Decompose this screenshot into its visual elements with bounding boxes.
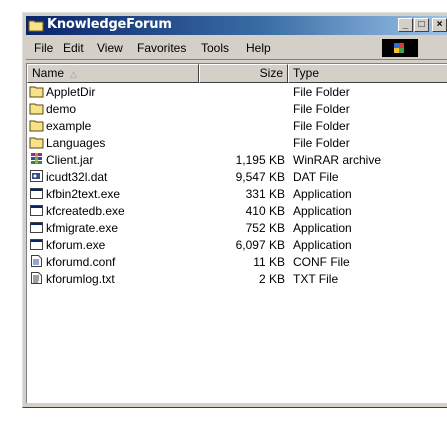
file-name: kforumlog.txt <box>46 272 115 286</box>
window-title: KnowledgeForum <box>47 17 172 32</box>
menu-favorites[interactable]: Favorites <box>137 41 186 55</box>
file-type: Application <box>293 204 352 218</box>
file-type: Application <box>293 187 352 201</box>
file-size: 1,195 KB <box>235 153 285 167</box>
file-type: File Folder <box>293 102 350 116</box>
list-item[interactable]: kfcreatedb.exe 410 KB Application <box>27 202 447 219</box>
conf-file-icon <box>31 255 42 267</box>
dat-file-icon <box>30 170 43 182</box>
file-name: example <box>46 119 92 133</box>
file-size: 2 KB <box>258 272 285 286</box>
sort-arrow-icon: △ <box>70 69 77 79</box>
close-button[interactable]: × <box>432 18 447 32</box>
file-name: kfbin2text.exe <box>46 187 121 201</box>
menu-view[interactable]: View <box>97 41 123 55</box>
explorer-window: KnowledgeForum _ □ × File Edit View Favo… <box>22 12 447 408</box>
file-type: CONF File <box>293 255 350 269</box>
file-name: kfmigrate.exe <box>46 221 119 235</box>
file-name: kforum.exe <box>46 238 106 252</box>
folder-icon <box>29 137 44 149</box>
file-name: icudt32l.dat <box>46 170 108 184</box>
text-file-icon <box>31 272 42 284</box>
column-header-size[interactable]: Size <box>199 64 288 83</box>
file-type: TXT File <box>293 272 339 286</box>
application-icon <box>30 188 43 199</box>
file-name: Client.jar <box>46 153 94 167</box>
file-type: DAT File <box>293 170 339 184</box>
list-item[interactable]: Client.jar 1,195 KB WinRAR archive <box>27 151 447 168</box>
folder-icon <box>29 103 44 115</box>
list-item[interactable]: kforum.exe 6,097 KB Application <box>27 236 447 253</box>
list-item[interactable]: icudt32l.dat 9,547 KB DAT File <box>27 168 447 185</box>
list-item[interactable]: kfmigrate.exe 752 KB Application <box>27 219 447 236</box>
column-name-label: Name <box>32 66 65 80</box>
file-size: 9,547 KB <box>235 170 285 184</box>
application-icon <box>30 222 43 233</box>
application-icon <box>30 239 43 250</box>
list-item[interactable]: kforumlog.txt 2 KB TXT File <box>27 270 447 287</box>
file-size: 11 KB <box>253 255 285 269</box>
menu-file[interactable]: File <box>34 41 53 55</box>
file-name: demo <box>46 102 77 116</box>
file-type: File Folder <box>293 136 350 150</box>
list-item[interactable]: kfbin2text.exe 331 KB Application <box>27 185 447 202</box>
maximize-button[interactable]: □ <box>414 18 429 32</box>
file-size: 752 KB <box>245 221 285 235</box>
file-type: File Folder <box>293 85 350 99</box>
file-name: kforumd.conf <box>46 255 116 269</box>
list-item[interactable]: example File Folder <box>27 117 447 134</box>
file-type: File Folder <box>293 119 350 133</box>
application-icon <box>30 205 43 216</box>
winrar-icon <box>31 153 42 164</box>
menu-tools[interactable]: Tools <box>201 41 229 55</box>
folder-icon <box>28 20 44 32</box>
file-name: Languages <box>46 136 106 150</box>
menu-help[interactable]: Help <box>246 41 271 55</box>
file-size: 6,097 KB <box>235 238 285 252</box>
folder-icon <box>29 86 44 98</box>
title-bar[interactable]: KnowledgeForum _ □ × <box>26 16 447 35</box>
file-type: Application <box>293 221 352 235</box>
file-name: kfcreatedb.exe <box>46 204 125 218</box>
column-header-type[interactable]: Type <box>288 64 447 83</box>
file-type: Application <box>293 238 352 252</box>
column-header-name[interactable]: Name △ <box>27 64 199 83</box>
list-item[interactable]: AppletDir File Folder <box>27 83 447 100</box>
file-size: 410 KB <box>245 204 285 218</box>
windows-logo-icon <box>382 39 418 57</box>
folder-icon <box>29 120 44 132</box>
menu-edit[interactable]: Edit <box>63 41 84 55</box>
list-item[interactable]: kforumd.conf 11 KB CONF File <box>27 253 447 270</box>
list-item[interactable]: demo File Folder <box>27 100 447 117</box>
menu-bar: File Edit View Favorites Tools Help <box>26 37 447 60</box>
file-size: 331 KB <box>245 187 285 201</box>
minimize-button[interactable]: _ <box>398 18 413 32</box>
file-name: AppletDir <box>46 85 96 99</box>
list-item[interactable]: Languages File Folder <box>27 134 447 151</box>
file-type: WinRAR archive <box>293 153 382 167</box>
file-list[interactable]: Name △ Size Type AppletDir File Folder demo… <box>26 63 447 403</box>
